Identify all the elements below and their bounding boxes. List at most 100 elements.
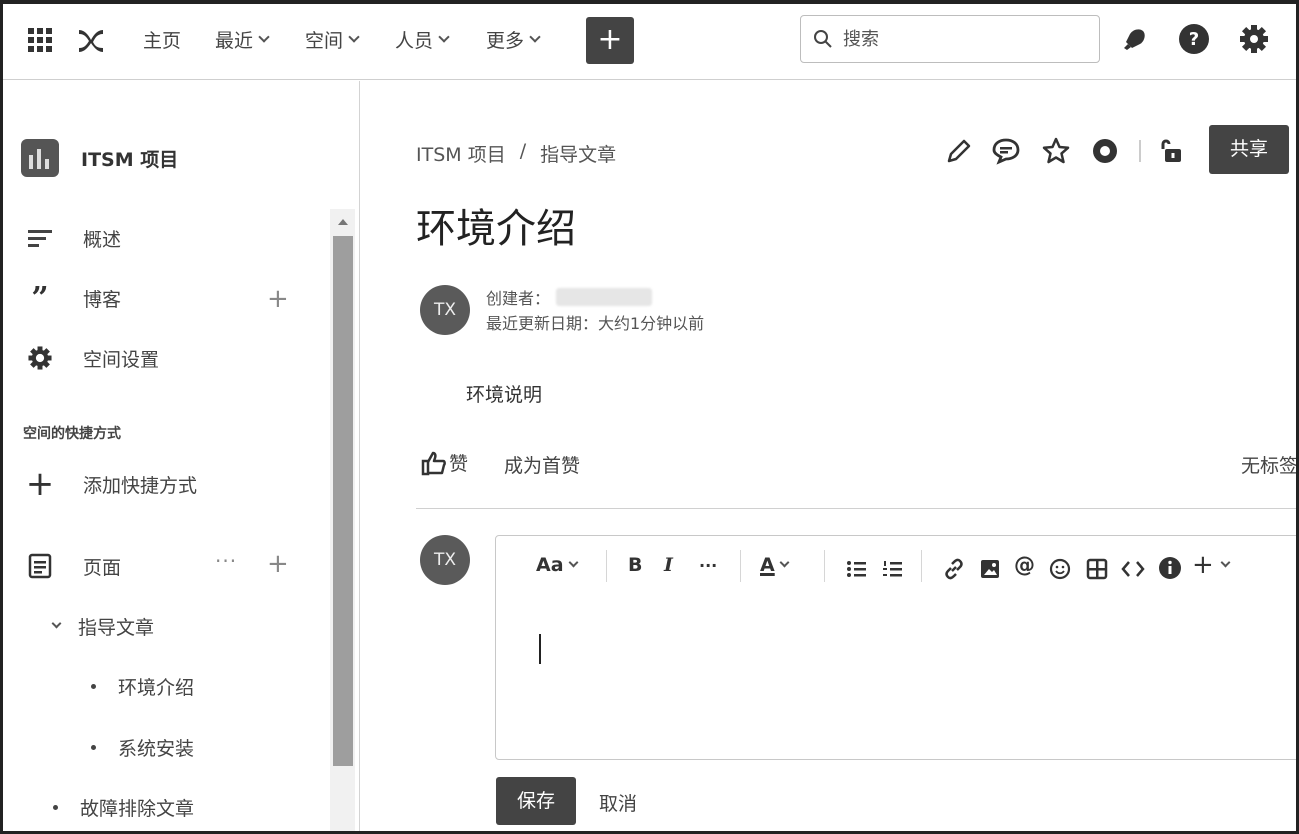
chevron-down-icon bbox=[438, 31, 450, 43]
nav-people[interactable]: 人员 bbox=[395, 26, 450, 53]
insert-more-dropdown[interactable]: + bbox=[1192, 550, 1231, 580]
sidebar-item-label: 空间设置 bbox=[83, 348, 160, 371]
mention-icon[interactable]: @ bbox=[1014, 550, 1035, 580]
created-by-label: 创建者： bbox=[486, 289, 551, 308]
more-formatting-button[interactable]: ··· bbox=[699, 550, 717, 580]
chevron-down-icon bbox=[1220, 557, 1231, 568]
create-button[interactable]: + bbox=[586, 17, 634, 64]
code-icon[interactable] bbox=[1121, 554, 1145, 584]
settings-gear-icon[interactable] bbox=[1237, 22, 1271, 56]
app-switcher-icon[interactable] bbox=[28, 28, 52, 52]
tree-item-guide-articles[interactable]: 指导文章 bbox=[51, 613, 154, 640]
nav-home[interactable]: 主页 bbox=[143, 26, 181, 53]
breadcrumb: ITSM 项目 / 指导文章 bbox=[416, 140, 616, 167]
author-name-redacted bbox=[556, 288, 653, 306]
like-button[interactable]: 赞 bbox=[421, 449, 468, 476]
nav-more-label: 更多 bbox=[486, 30, 525, 52]
tree-item-label: 系统安装 bbox=[118, 738, 195, 760]
sidebar-item-space-settings[interactable]: 空间设置 bbox=[23, 343, 159, 373]
last-updated: 最近更新日期：大约1分钟以前 bbox=[486, 314, 705, 333]
chevron-down-icon bbox=[568, 557, 578, 568]
tree-item-environment-intro[interactable]: 环境介绍 bbox=[91, 673, 194, 700]
sidebar-scrollbar-thumb[interactable] bbox=[333, 236, 353, 766]
toolbar-divider bbox=[1139, 140, 1141, 162]
page-body-text: 环境说明 bbox=[466, 384, 543, 406]
thumbs-up-icon bbox=[421, 451, 446, 475]
emoji-icon[interactable] bbox=[1049, 554, 1071, 584]
confluence-logo-icon[interactable] bbox=[75, 24, 107, 56]
scroll-up-arrow-icon[interactable] bbox=[338, 219, 348, 225]
tree-item-system-install[interactable]: 系统安装 bbox=[91, 734, 194, 761]
info-panel-icon[interactable] bbox=[1158, 553, 1182, 583]
page-title: 环境介绍 bbox=[416, 206, 576, 252]
add-page-icon[interactable]: + bbox=[267, 551, 289, 577]
chevron-down-icon bbox=[348, 31, 360, 43]
star-icon[interactable] bbox=[1039, 134, 1073, 168]
pages-more-icon[interactable]: ··· bbox=[215, 551, 237, 571]
insert-plus-label: + bbox=[1192, 550, 1214, 580]
tree-item-label: 环境介绍 bbox=[118, 677, 195, 699]
app-window: 主页 最近 空间 人员 更多 + ? bbox=[0, 0, 1299, 834]
search-box[interactable] bbox=[800, 15, 1100, 63]
cancel-button[interactable]: 取消 bbox=[599, 789, 637, 816]
bullet-icon bbox=[53, 805, 58, 810]
content-divider bbox=[416, 508, 1296, 509]
help-icon[interactable]: ? bbox=[1177, 22, 1211, 56]
share-button[interactable]: 共享 bbox=[1209, 125, 1289, 174]
comment-icon[interactable] bbox=[989, 134, 1023, 168]
text-style-dropdown[interactable]: Aa bbox=[536, 550, 578, 580]
bullet-icon bbox=[91, 745, 96, 750]
add-shortcut-label: 添加快捷方式 bbox=[83, 474, 198, 497]
sidebar-item-label: 页面 bbox=[83, 556, 122, 579]
nav-recent-label: 最近 bbox=[215, 30, 254, 52]
bullet-icon bbox=[91, 684, 96, 689]
text-color-label: A bbox=[760, 554, 775, 576]
breadcrumb-parent-link[interactable]: 指导文章 bbox=[540, 140, 616, 167]
bullet-list-icon[interactable] bbox=[846, 554, 868, 584]
top-navigation: 主页 最近 空间 人员 更多 + ? bbox=[3, 4, 1296, 80]
sidebar-item-label: 概述 bbox=[83, 228, 122, 251]
save-button[interactable]: 保存 bbox=[496, 777, 576, 825]
no-labels-text[interactable]: 无标签 bbox=[1241, 451, 1296, 478]
space-header[interactable]: ITSM 项目 bbox=[21, 139, 178, 177]
nav-spaces-label: 空间 bbox=[305, 30, 344, 52]
overview-lines-icon bbox=[23, 223, 57, 253]
unlocked-padlock-icon[interactable] bbox=[1155, 134, 1189, 168]
tree-item-troubleshooting[interactable]: 故障排除文章 bbox=[53, 794, 194, 821]
be-first-like-text: 成为首赞 bbox=[504, 455, 581, 477]
chevron-down-icon bbox=[779, 557, 790, 568]
numbered-list-icon[interactable] bbox=[882, 554, 904, 584]
nav-more[interactable]: 更多 bbox=[486, 26, 541, 53]
commenter-avatar: TX bbox=[420, 535, 470, 585]
notifications-bell-icon[interactable] bbox=[1118, 22, 1152, 56]
sidebar-item-overview[interactable]: 概述 bbox=[23, 223, 121, 253]
space-name: ITSM 项目 bbox=[81, 148, 179, 171]
watch-eye-icon[interactable] bbox=[1088, 134, 1122, 168]
nav-recent[interactable]: 最近 bbox=[215, 26, 270, 53]
italic-button[interactable]: I bbox=[664, 550, 673, 580]
author-avatar[interactable]: TX bbox=[420, 285, 470, 335]
svg-text:?: ? bbox=[1189, 29, 1199, 50]
bold-button[interactable]: B bbox=[628, 550, 642, 580]
link-icon[interactable] bbox=[943, 554, 965, 584]
comment-editor[interactable]: Aa B I ··· A @ + bbox=[495, 535, 1296, 760]
breadcrumb-space-link[interactable]: ITSM 项目 bbox=[416, 140, 506, 167]
table-icon[interactable] bbox=[1086, 554, 1108, 584]
chevron-down-icon bbox=[258, 31, 270, 43]
chevron-down-icon bbox=[51, 618, 62, 629]
search-input[interactable] bbox=[843, 28, 1083, 50]
sidebar-item-label: 博客 bbox=[83, 288, 122, 311]
text-color-dropdown[interactable]: A bbox=[760, 550, 790, 580]
edit-pencil-icon[interactable] bbox=[942, 134, 976, 168]
add-blog-icon[interactable]: + bbox=[267, 286, 289, 312]
add-shortcut-link[interactable]: + 添加快捷方式 bbox=[23, 464, 198, 504]
text-cursor bbox=[539, 634, 541, 664]
shortcuts-section-title: 空间的快捷方式 bbox=[23, 426, 121, 442]
image-icon[interactable] bbox=[979, 554, 1001, 584]
sidebar-item-pages[interactable]: 页面 bbox=[23, 551, 121, 581]
nav-spaces[interactable]: 空间 bbox=[305, 26, 360, 53]
sidebar-item-blog[interactable]: ” 博客 bbox=[23, 280, 122, 316]
quote-icon: ” bbox=[31, 280, 49, 316]
nav-home-label: 主页 bbox=[143, 30, 182, 52]
nav-people-label: 人员 bbox=[395, 30, 434, 52]
